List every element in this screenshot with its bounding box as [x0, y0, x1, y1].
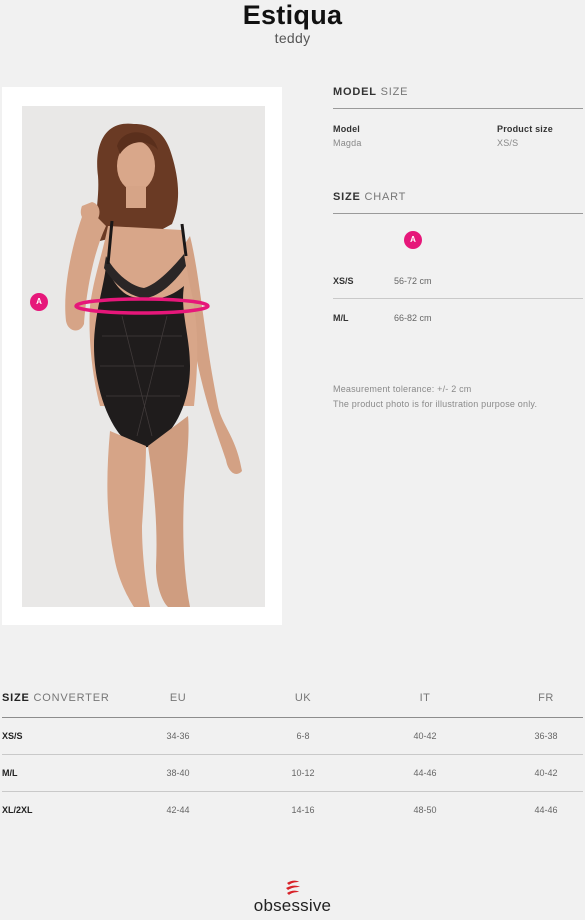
brand-logo: obsessive — [0, 880, 585, 916]
size-converter-heading: SIZE CONVERTER — [2, 692, 110, 704]
size-converter-header: SIZE CONVERTER EU UK IT FR — [2, 690, 583, 718]
cell-uk: 14-16 — [291, 805, 315, 815]
cell-eu: 42-44 — [166, 805, 190, 815]
column-it: IT — [419, 692, 431, 704]
cell-fr: 44-46 — [534, 805, 558, 815]
cell-uk: 10-12 — [291, 768, 315, 778]
product-photo-frame: A — [2, 87, 282, 625]
model-label: Model — [333, 124, 360, 134]
product-type: teddy — [274, 30, 311, 46]
row-size: XL/2XL — [2, 805, 33, 815]
table-row: XL/2XL 42-44 14-16 48-50 44-46 — [2, 792, 583, 829]
table-row: M/L 38-40 10-12 44-46 40-42 — [2, 755, 583, 792]
product-size-label: Product size — [497, 124, 553, 134]
row-size: M/L — [2, 768, 18, 778]
brand-mark-icon — [285, 880, 300, 895]
size-chart-row: XS/S 56-72 cm — [333, 262, 583, 299]
product-photo — [22, 106, 265, 607]
size-chart-marker-a: A — [404, 231, 422, 249]
product-name: Estiqua — [242, 0, 343, 30]
product-header: Estiqua teddy — [0, 0, 585, 46]
column-eu: EU — [169, 692, 187, 704]
column-uk: UK — [294, 692, 312, 704]
model-value: Magda — [333, 138, 362, 148]
cell-it: 44-46 — [413, 768, 437, 778]
cell-eu: 38-40 — [166, 768, 190, 778]
cell-it: 40-42 — [413, 731, 437, 741]
cell-fr: 36-38 — [534, 731, 558, 741]
waist-marker-a: A — [30, 293, 48, 311]
size-chart-row: M/L 66-82 cm — [333, 299, 583, 336]
row-size: XS/S — [2, 731, 23, 741]
cell-eu: 34-36 — [166, 731, 190, 741]
cell-it: 48-50 — [413, 805, 437, 815]
cell-uk: 6-8 — [296, 731, 310, 741]
cell-fr: 40-42 — [534, 768, 558, 778]
model-illustration — [65, 123, 242, 607]
brand-name: obsessive — [253, 896, 332, 915]
column-fr: FR — [538, 692, 554, 704]
chart-size: M/L — [333, 313, 349, 323]
chart-measure: 56-72 cm — [394, 276, 432, 286]
chart-measure: 66-82 cm — [394, 313, 432, 323]
model-size-heading: MODEL SIZE — [333, 86, 583, 109]
tolerance-note: Measurement tolerance: +/- 2 cm — [333, 384, 472, 394]
size-chart-heading: SIZE CHART — [333, 191, 583, 214]
product-size-value: XS/S — [497, 138, 519, 148]
table-row: XS/S 34-36 6-8 40-42 36-38 — [2, 718, 583, 755]
chart-size: XS/S — [333, 276, 354, 286]
illustration-note: The product photo is for illustration pu… — [333, 399, 538, 409]
